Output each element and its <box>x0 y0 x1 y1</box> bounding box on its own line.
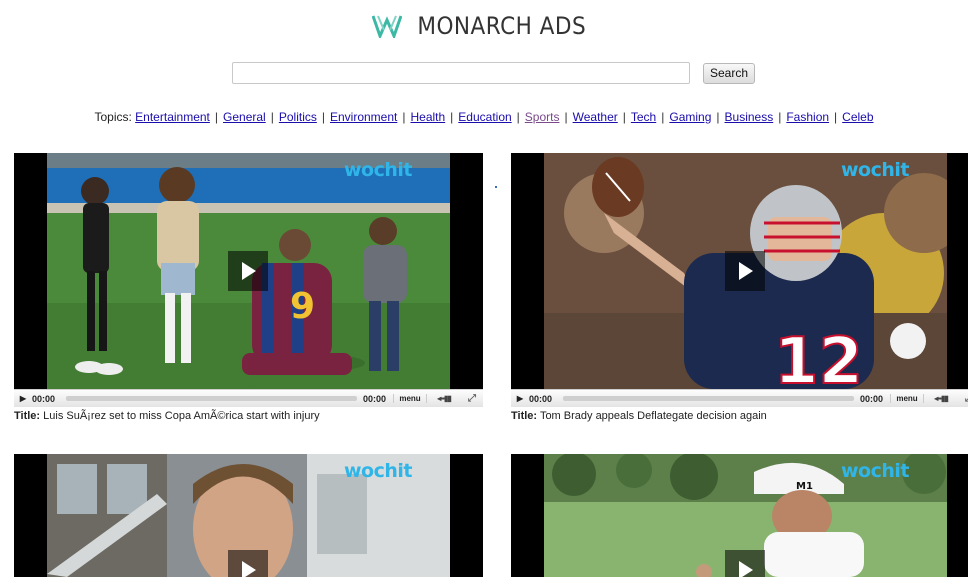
volume-icon[interactable]: ◂▪▪▮▮ <box>924 394 958 403</box>
topic-separator: | <box>622 110 626 124</box>
topic-business[interactable]: Business <box>725 110 774 124</box>
search-button[interactable]: Search <box>703 62 756 84</box>
video-card: M1 wochit <box>511 454 968 577</box>
fullscreen-icon[interactable]: ⤢ <box>461 393 483 404</box>
video-player[interactable]: 9 wochit <box>14 153 483 389</box>
play-icon[interactable]: ▶ <box>14 394 32 403</box>
volume-icon[interactable]: ◂▪▪▮▮ <box>427 394 461 403</box>
topic-separator: | <box>402 110 406 124</box>
play-overlay-icon[interactable] <box>725 251 765 291</box>
play-icon[interactable]: ▶ <box>511 394 529 403</box>
caption-label: Title: <box>14 410 41 422</box>
topic-weather[interactable]: Weather <box>573 110 618 124</box>
seek-bar[interactable] <box>66 396 357 401</box>
caption-label: Title: <box>511 410 538 422</box>
topic-environment[interactable]: Environment <box>330 110 397 124</box>
video-card: 12 wochit ▶ 00:00 00:00 menu ◂▪▪▮▮ ⤢ Tit… <box>511 153 968 422</box>
topic-separator: | <box>270 110 274 124</box>
current-time: 00:00 <box>32 393 56 404</box>
menu-button[interactable]: menu <box>890 394 924 403</box>
topic-separator: | <box>516 110 520 124</box>
topic-tech[interactable]: Tech <box>631 110 656 124</box>
search-input[interactable] <box>232 62 690 84</box>
search-bar: Search <box>232 62 756 84</box>
logo-text: MONARCH ADS <box>417 12 587 40</box>
topics-nav: Topics: Entertainment | General | Politics | E… <box>0 110 968 124</box>
topic-separator: | <box>450 110 454 124</box>
topic-health[interactable]: Health <box>410 110 445 124</box>
wochit-watermark: wochit <box>344 159 413 181</box>
current-time: 00:00 <box>529 393 553 404</box>
topic-separator: | <box>661 110 665 124</box>
topic-sports[interactable]: Sports <box>525 110 560 124</box>
duration: 00:00 <box>363 393 387 404</box>
stray-dot <box>495 186 497 188</box>
topic-separator: | <box>321 110 325 124</box>
topic-politics[interactable]: Politics <box>279 110 317 124</box>
topic-general[interactable]: General <box>223 110 266 124</box>
play-overlay-icon[interactable] <box>725 550 765 577</box>
topic-entertainment[interactable]: Entertainment <box>135 110 210 124</box>
topic-fashion[interactable]: Fashion <box>786 110 829 124</box>
player-controls: ▶ 00:00 00:00 menu ◂▪▪▮▮ ⤢ <box>14 389 483 407</box>
wochit-watermark: wochit <box>841 460 910 482</box>
video-caption: Title: Tom Brady appeals Deflategate dec… <box>511 410 968 422</box>
topic-separator: | <box>716 110 720 124</box>
play-overlay-icon[interactable] <box>228 550 268 577</box>
svg-text:9: 9 <box>290 286 315 327</box>
play-overlay-icon[interactable] <box>228 251 268 291</box>
video-card: 9 wochit ▶ 00:00 00:00 menu ◂▪▪▮▮ ⤢ Titl… <box>14 153 483 422</box>
video-player[interactable]: wochit <box>14 454 483 577</box>
seek-bar[interactable] <box>563 396 854 401</box>
site-logo[interactable]: MONARCH ADS <box>0 12 968 44</box>
duration: 00:00 <box>860 393 884 404</box>
topic-separator: | <box>834 110 838 124</box>
topic-celeb[interactable]: Celeb <box>842 110 873 124</box>
fullscreen-icon[interactable]: ⤢ <box>958 393 968 404</box>
video-caption: Title: Luis SuÃ¡rez set to miss Copa AmÃ… <box>14 410 483 422</box>
topic-gaming[interactable]: Gaming <box>669 110 711 124</box>
menu-button[interactable]: menu <box>393 394 427 403</box>
topic-separator: | <box>778 110 782 124</box>
svg-text:12: 12 <box>774 325 863 389</box>
topic-separator: | <box>214 110 219 124</box>
monarch-logo-icon <box>372 15 403 38</box>
topics-label: Topics: <box>94 110 132 124</box>
video-title: Tom Brady appeals Deflategate decision a… <box>539 410 767 422</box>
video-card: wochit <box>14 454 483 577</box>
video-player[interactable]: M1 wochit <box>511 454 968 577</box>
player-controls: ▶ 00:00 00:00 menu ◂▪▪▮▮ ⤢ <box>511 389 968 407</box>
wochit-watermark: wochit <box>344 460 413 482</box>
wochit-watermark: wochit <box>841 159 910 181</box>
topic-separator: | <box>564 110 568 124</box>
topic-education[interactable]: Education <box>458 110 511 124</box>
video-player[interactable]: 12 wochit <box>511 153 968 389</box>
video-title: Luis SuÃ¡rez set to miss Copa AmÃ©rica s… <box>43 410 320 422</box>
